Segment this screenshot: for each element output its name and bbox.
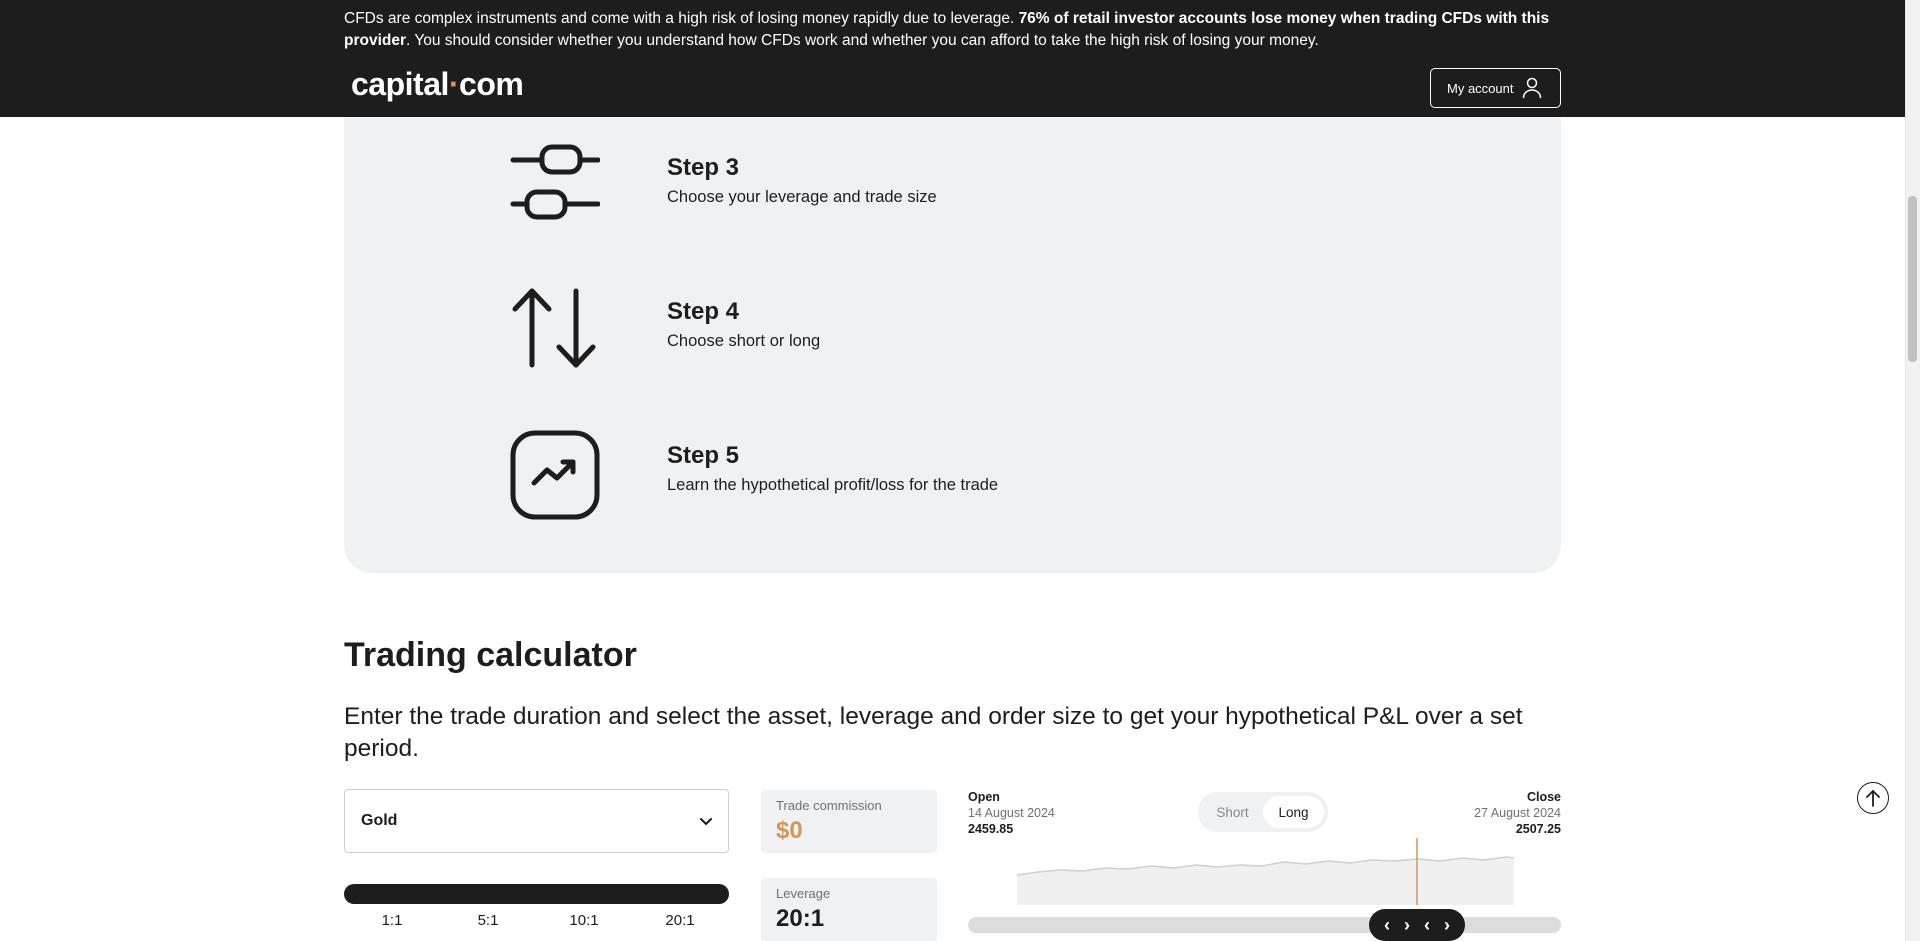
- step-4-title: Step 4: [667, 298, 740, 325]
- date-range-track[interactable]: [968, 917, 1561, 933]
- leverage-tick[interactable]: 10:1: [569, 912, 598, 929]
- date-range-handle[interactable]: ‹ › ‹ ›: [1369, 909, 1465, 941]
- chevron-left-icon[interactable]: ‹: [1384, 916, 1390, 934]
- step-4-desc: Choose short or long: [667, 332, 821, 350]
- chevron-down-icon: [700, 818, 712, 825]
- close-date: 27 August 2024: [1474, 806, 1561, 820]
- step-3-desc: Choose your leverage and trade size: [667, 188, 937, 206]
- short-option[interactable]: Short: [1202, 796, 1263, 828]
- open-date: 14 August 2024: [968, 806, 1055, 820]
- leverage-slider[interactable]: [344, 884, 729, 904]
- commission-box: Trade commission $0: [761, 790, 937, 853]
- risk-warning-text-end: . You should consider whether you unders…: [406, 32, 1319, 49]
- step-5-title: Step 5: [667, 442, 740, 469]
- chevron-right-icon[interactable]: ›: [1404, 916, 1410, 934]
- risk-warning: CFDs are complex instruments and come wi…: [344, 8, 1564, 52]
- logo-text-right: com: [459, 66, 524, 102]
- logo-text-left: capital: [351, 66, 449, 102]
- risk-warning-text: CFDs are complex instruments and come wi…: [344, 10, 1019, 27]
- page-scrollbar[interactable]: [1905, 0, 1920, 941]
- price-area: [1017, 857, 1514, 905]
- leverage-tick[interactable]: 1:1: [382, 912, 403, 929]
- leverage-ticks: 1:1 5:1 10:1 20:1: [344, 912, 729, 932]
- chevron-right-icon[interactable]: ›: [1444, 916, 1450, 934]
- sliders-icon: [510, 144, 600, 220]
- chevron-left-icon[interactable]: ‹: [1424, 916, 1430, 934]
- leverage-label: Leverage: [776, 886, 831, 901]
- site-header: CFDs are complex instruments and come wi…: [0, 0, 1905, 117]
- asset-select[interactable]: Gold: [344, 789, 729, 853]
- trend-up-icon: [510, 430, 600, 520]
- close-label: Close: [1526, 790, 1561, 804]
- leverage-value: 20:1: [776, 905, 825, 932]
- asset-selected-value: Gold: [361, 812, 398, 829]
- commission-value: $0: [776, 817, 803, 844]
- arrow-up-icon: [1866, 790, 1880, 807]
- calculator-title: Trading calculator: [344, 636, 637, 674]
- scrollbar-thumb[interactable]: [1908, 196, 1917, 362]
- price-chart-panel: Open 14 August 2024 2459.85 Short Long C…: [968, 785, 1561, 941]
- commission-label: Trade commission: [776, 798, 882, 813]
- leverage-tick[interactable]: 20:1: [665, 912, 694, 929]
- logo-dot: ·: [448, 66, 460, 102]
- capital-logo[interactable]: capital·com: [351, 66, 524, 103]
- user-icon: [1523, 77, 1542, 99]
- steps-card: Step 3 Choose your leverage and trade si…: [344, 100, 1561, 573]
- scroll-to-top-button[interactable]: [1857, 782, 1889, 814]
- price-sparkline: [1016, 838, 1515, 905]
- open-info: Open 14 August 2024 2459.85: [968, 789, 1055, 837]
- my-account-button[interactable]: My account: [1430, 68, 1561, 108]
- calculator-subtitle: Enter the trade duration and select the …: [344, 703, 1523, 762]
- step-3-title: Step 3: [667, 154, 740, 181]
- my-account-label: My account: [1447, 80, 1514, 96]
- open-label: Open: [968, 790, 1000, 804]
- long-option[interactable]: Long: [1263, 796, 1324, 828]
- leverage-tick[interactable]: 5:1: [478, 912, 499, 929]
- leverage-box: Leverage 20:1: [761, 878, 937, 941]
- up-down-arrows-icon: [512, 288, 596, 368]
- step-5-desc: Learn the hypothetical profit/loss for t…: [667, 476, 999, 494]
- close-info: Close 27 August 2024 2507.25: [1474, 789, 1561, 837]
- direction-toggle[interactable]: Short Long: [1198, 792, 1328, 832]
